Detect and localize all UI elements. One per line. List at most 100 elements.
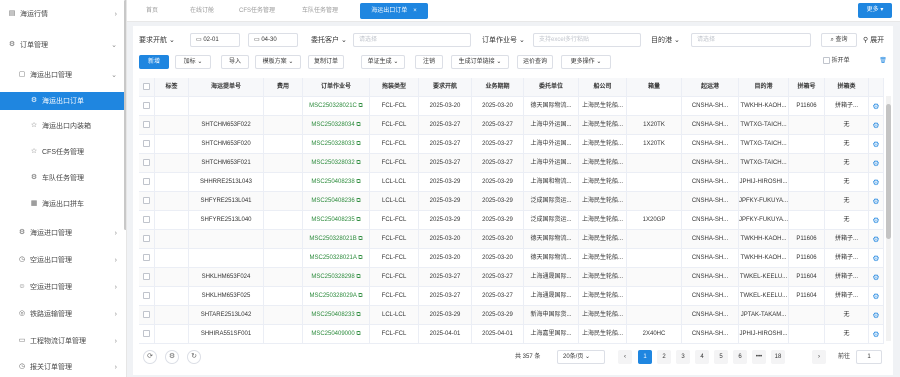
row-checkbox[interactable] bbox=[143, 177, 150, 185]
tag-button[interactable]: 加标 ⌄ bbox=[175, 55, 211, 69]
client-input[interactable]: 请选择 bbox=[353, 33, 471, 47]
order-no-link[interactable]: MSC250409000 ⧉ bbox=[303, 325, 370, 344]
order-no-link[interactable]: MSC250328021A ⧉ bbox=[303, 249, 370, 268]
page-button[interactable]: 5 bbox=[714, 350, 728, 364]
row-checkbox[interactable] bbox=[143, 253, 150, 261]
table-row[interactable]: SHTCHM653F021 MSC250328032 ⧉ FCL-FCL 2025-0… bbox=[139, 154, 884, 173]
gear-icon[interactable]: ⚙ bbox=[872, 254, 879, 263]
table-row[interactable]: SHTCHM653F020 MSC250328033 ⧉ FCL-FCL 2025-0… bbox=[139, 135, 884, 154]
sidebar-item[interactable]: ⚙ 订单管理 ⌄ bbox=[0, 36, 126, 54]
row-checkbox-cell[interactable] bbox=[139, 306, 155, 325]
client-label-select[interactable]: 委托客户 ⌄ bbox=[311, 33, 347, 47]
row-checkbox-cell[interactable] bbox=[139, 325, 155, 344]
date-to-input[interactable]: ▭ 04-30 bbox=[248, 33, 298, 47]
next-page-button[interactable]: › bbox=[812, 350, 826, 364]
sidebar-item[interactable]: ◷ 空运出口管理 › bbox=[0, 251, 126, 269]
table-row[interactable]: MSC250328021C ⧉ FCL-FCL 2025-03-20 2025-03-… bbox=[139, 97, 884, 116]
row-checkbox-cell[interactable] bbox=[139, 249, 155, 268]
sidebar-item[interactable]: ☆ 海运出口内装箱 bbox=[0, 117, 126, 135]
order-no-link[interactable]: MSC250408236 ⧉ bbox=[303, 192, 370, 211]
settings-icon[interactable]: ⚙ bbox=[165, 350, 179, 364]
tab-cfs-tasks[interactable]: CFS任务管理 bbox=[232, 3, 282, 19]
row-checkbox-cell[interactable] bbox=[139, 211, 155, 230]
row-settings-icon[interactable]: ⚙ bbox=[869, 268, 884, 287]
gear-icon[interactable]: ⚙ bbox=[872, 121, 879, 130]
page-button[interactable]: 18 bbox=[771, 350, 785, 364]
page-button[interactable]: 1 bbox=[638, 350, 652, 364]
gear-icon[interactable]: ⚙ bbox=[872, 102, 879, 111]
gear-icon[interactable]: ⚙ bbox=[872, 197, 879, 206]
page-button[interactable]: ••• bbox=[752, 350, 766, 364]
row-settings-icon[interactable]: ⚙ bbox=[869, 97, 884, 116]
table-row[interactable]: MSC250328021B ⧉ FCL-FCL 2025-03-20 2025-03-… bbox=[139, 230, 884, 249]
cancel-button[interactable]: 注销 bbox=[415, 55, 443, 69]
page-button[interactable]: 4 bbox=[695, 350, 709, 364]
order-no-label-select[interactable]: 订单作业号 ⌄ bbox=[482, 33, 525, 47]
gear-icon[interactable]: ⚙ bbox=[872, 311, 879, 320]
row-settings-icon[interactable]: ⚙ bbox=[869, 116, 884, 135]
row-settings-icon[interactable]: ⚙ bbox=[869, 211, 884, 230]
row-checkbox[interactable] bbox=[143, 291, 150, 299]
order-no-input[interactable]: 支持excel多行粘贴 bbox=[533, 33, 641, 47]
row-checkbox-cell[interactable] bbox=[139, 78, 155, 97]
table-row[interactable]: SHFYRE2513L041 MSC250408236 ⧉ LCL-LCL 2025-… bbox=[139, 192, 884, 211]
page-button[interactable]: 3 bbox=[676, 350, 690, 364]
order-no-link[interactable]: MSC250328021B ⧉ bbox=[303, 230, 370, 249]
gear-icon[interactable]: ⚙ bbox=[872, 140, 879, 149]
row-checkbox-cell[interactable] bbox=[139, 97, 155, 116]
date-type-select[interactable]: 要求开航 ⌄ bbox=[139, 33, 175, 47]
row-checkbox[interactable] bbox=[143, 329, 150, 337]
row-checkbox-cell[interactable] bbox=[139, 192, 155, 211]
row-settings-icon[interactable]: ⚙ bbox=[869, 325, 884, 344]
date-from-input[interactable]: ▭ 02-01 bbox=[190, 33, 240, 47]
table-row[interactable]: SHHRRE2513L043 MSC250408238 ⧉ LCL-LCL 2025-… bbox=[139, 173, 884, 192]
sidebar-scrollbar[interactable] bbox=[124, 0, 126, 230]
dest-input[interactable]: 请选择 bbox=[691, 33, 811, 47]
scrollbar-thumb[interactable] bbox=[886, 104, 891, 239]
table-row[interactable]: MSC250328021A ⧉ FCL-FCL 2025-03-20 2025-03-… bbox=[139, 249, 884, 268]
page-size-select[interactable]: 20条/页 ⌄ bbox=[557, 350, 605, 364]
sidebar-item[interactable]: ▤ 海运行情 › bbox=[0, 5, 126, 23]
order-no-link[interactable]: MSC250328032 ⧉ bbox=[303, 154, 370, 173]
sidebar-item[interactable]: ▦ 海运出口拼车 bbox=[0, 195, 126, 213]
row-settings-icon[interactable]: ⚙ bbox=[869, 192, 884, 211]
row-checkbox[interactable] bbox=[143, 158, 150, 166]
row-checkbox[interactable] bbox=[143, 215, 150, 223]
row-checkbox[interactable] bbox=[143, 272, 150, 280]
row-settings-icon[interactable]: ⚙ bbox=[869, 249, 884, 268]
template-button[interactable]: 模板方案 ⌄ bbox=[255, 55, 301, 69]
row-checkbox-cell[interactable] bbox=[139, 173, 155, 192]
sidebar-item[interactable]: ☆ CFS任务管理 bbox=[0, 143, 126, 161]
order-no-link[interactable]: MSC250328034 ⧉ bbox=[303, 116, 370, 135]
gen-link-button[interactable]: 生成订单链接 ⌄ bbox=[451, 55, 509, 69]
trash-icon[interactable]: 🗑 bbox=[877, 55, 889, 69]
split-order-toggle[interactable]: 拆开单 bbox=[823, 55, 867, 69]
doc-gen-button[interactable]: 单证生成 ⌄ bbox=[361, 55, 405, 69]
row-settings-icon[interactable]: ⚙ bbox=[869, 173, 884, 192]
row-settings-icon[interactable]: ⚙ bbox=[869, 135, 884, 154]
row-settings-icon[interactable]: ⚙ bbox=[869, 154, 884, 173]
row-settings-icon[interactable]: ⚙ bbox=[869, 287, 884, 306]
order-no-link[interactable]: MSC250408233 ⧉ bbox=[303, 306, 370, 325]
import-button[interactable]: 导入 bbox=[221, 55, 249, 69]
row-checkbox-cell[interactable] bbox=[139, 116, 155, 135]
row-checkbox[interactable] bbox=[143, 82, 150, 90]
sidebar-item[interactable]: ⚙ 海运出口订单 bbox=[0, 92, 126, 110]
tab-sea-export-orders[interactable]: 海运出口订单 × bbox=[360, 3, 428, 19]
search-button[interactable]: ⌕ 查询 bbox=[821, 33, 857, 47]
copy-order-button[interactable]: 复制订单 bbox=[308, 55, 344, 69]
refresh-icon[interactable]: ⟳ bbox=[143, 350, 157, 364]
more-button[interactable]: 更多 ▾ bbox=[858, 3, 892, 18]
gear-icon[interactable]: ⚙ bbox=[872, 178, 879, 187]
row-settings-icon[interactable]: ⚙ bbox=[869, 230, 884, 249]
table-row[interactable]: SHTARE2513L042 MSC250408233 ⧉ LCL-LCL 2025-… bbox=[139, 306, 884, 325]
order-no-link[interactable]: MSC250408235 ⧉ bbox=[303, 211, 370, 230]
sidebar-item[interactable]: ⚙ 车队任务管理 bbox=[0, 169, 126, 187]
close-icon[interactable]: × bbox=[413, 8, 417, 14]
reload-icon[interactable]: ↻ bbox=[187, 350, 201, 364]
row-checkbox[interactable] bbox=[143, 139, 150, 147]
sidebar-item[interactable]: ☺ 空运进口管理 › bbox=[0, 278, 126, 296]
split-checkbox[interactable] bbox=[823, 56, 830, 64]
row-checkbox-cell[interactable] bbox=[139, 268, 155, 287]
table-row[interactable]: SHHIRA551SF001 MSC250409000 ⧉ FCL-FCL 2025-… bbox=[139, 325, 884, 344]
